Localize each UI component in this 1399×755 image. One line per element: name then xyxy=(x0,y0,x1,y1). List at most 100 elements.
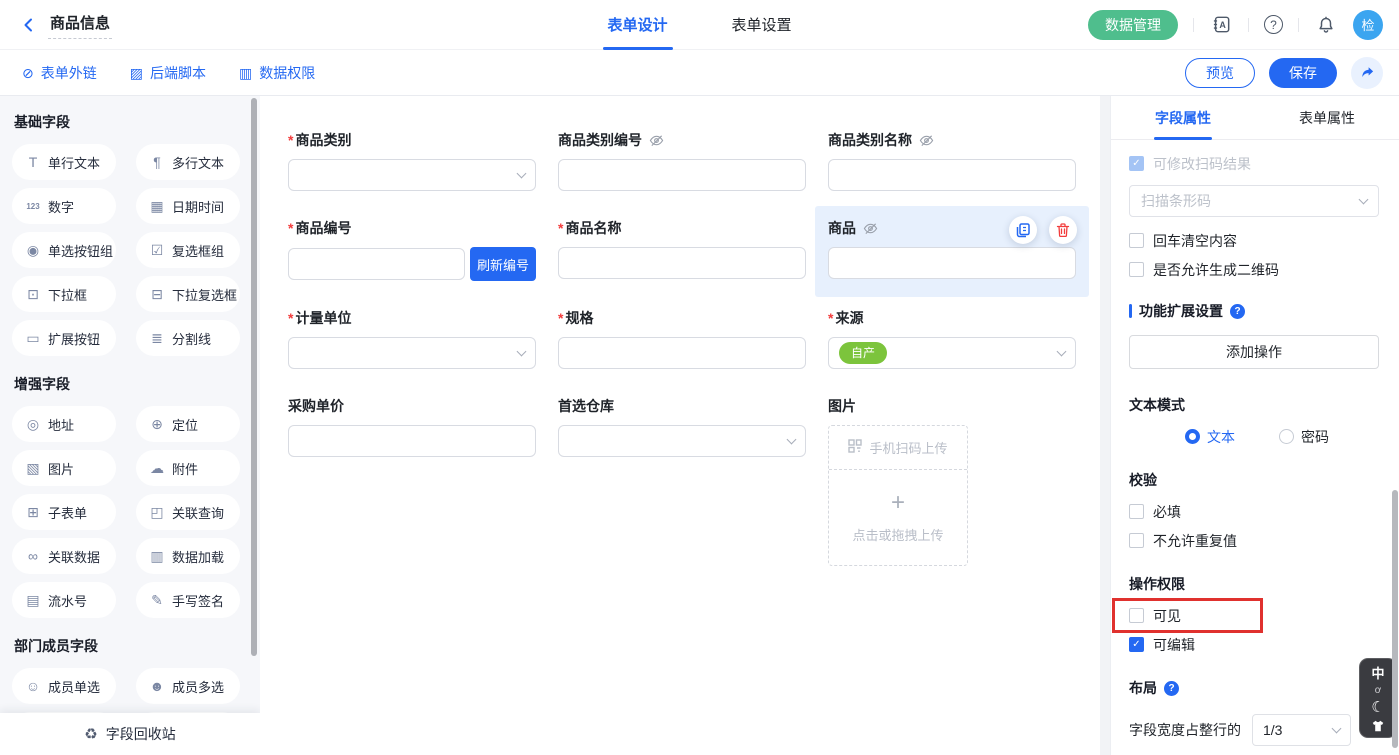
field-input[interactable] xyxy=(558,247,806,279)
help-icon[interactable]: ? xyxy=(1264,15,1283,34)
sidebar-item-下拉复选框[interactable]: ⊟下拉复选框 xyxy=(136,276,240,312)
sidebar-item-label: 数据加载 xyxy=(172,547,224,566)
sidebar-item-定位[interactable]: ⊕定位 xyxy=(136,406,240,442)
language-icon[interactable]: 中 xyxy=(1371,663,1384,682)
section-title: 功能扩展设置 xyxy=(1139,301,1223,321)
backend-script-label: 后端脚本 xyxy=(150,63,206,83)
tab-field-properties[interactable]: 字段属性 xyxy=(1111,96,1255,139)
scan-upload-row[interactable]: 手机扫码上传 xyxy=(829,426,967,470)
bell-icon[interactable] xyxy=(1314,13,1338,37)
sidebar-item-label: 日期时间 xyxy=(172,197,224,216)
field-type-icon: ⊕ xyxy=(149,416,165,433)
sidebar-item-图片[interactable]: ▧图片 xyxy=(12,450,116,486)
qr-code-icon xyxy=(848,439,862,456)
toolbar-right: 预览 保存 xyxy=(1185,57,1383,89)
journal-icon[interactable]: A xyxy=(1209,13,1233,37)
preview-button[interactable]: 预览 xyxy=(1185,58,1255,88)
sidebar-item-单行文本[interactable]: T单行文本 xyxy=(12,144,116,180)
save-button[interactable]: 保存 xyxy=(1269,58,1337,88)
sidebar-item-地址[interactable]: ◎地址 xyxy=(12,406,116,442)
checkbox-editable[interactable]: 可编辑 xyxy=(1129,637,1379,652)
mini-icon[interactable]: ơ xyxy=(1375,686,1382,696)
share-button[interactable] xyxy=(1351,57,1383,89)
checkbox-required[interactable]: 必填 xyxy=(1129,504,1379,519)
sidebar-item-关联数据[interactable]: ∞关联数据 xyxy=(12,538,116,574)
panel-scrollbar[interactable] xyxy=(1392,490,1398,748)
canvas-field-来源: *来源自产 xyxy=(828,308,1076,369)
checkbox-allow-qrcode[interactable]: 是否允许生成二维码 xyxy=(1129,262,1379,277)
sidebar-item-label: 地址 xyxy=(48,415,74,434)
avatar[interactable]: 检 xyxy=(1353,10,1383,40)
copy-field-button[interactable] xyxy=(1009,216,1037,244)
sidebar-item-附件[interactable]: ☁附件 xyxy=(136,450,240,486)
sidebar-item-关联查询[interactable]: ◰关联查询 xyxy=(136,494,240,530)
sidebar-item-复选框组[interactable]: ☑复选框组 xyxy=(136,232,240,268)
sidebar-item-下拉框[interactable]: ⊡下拉框 xyxy=(12,276,116,312)
field-label: *规格 xyxy=(558,308,806,328)
radio-icon xyxy=(1279,429,1294,444)
sidebar-item-成员多选[interactable]: ☻成员多选 xyxy=(136,668,240,704)
data-manage-button[interactable]: 数据管理 xyxy=(1088,10,1178,40)
field-input[interactable] xyxy=(828,247,1076,279)
field-width-value: 1/3 xyxy=(1263,722,1282,738)
field-select[interactable] xyxy=(288,159,536,191)
sidebar-item-数据加载[interactable]: ▥数据加载 xyxy=(136,538,240,574)
dark-mode-icon[interactable]: ☾ xyxy=(1371,700,1384,715)
section-extension-settings: 功能扩展设置 ? xyxy=(1129,301,1379,321)
sidebar-item-数字[interactable]: 123数字 xyxy=(12,188,116,224)
theme-shirt-icon[interactable] xyxy=(1371,719,1385,733)
field-input[interactable] xyxy=(288,248,465,280)
field-input[interactable] xyxy=(558,159,806,191)
image-upload-area[interactable]: 手机扫码上传+点击或拖拽上传 xyxy=(828,425,968,566)
field-type-icon: ◉ xyxy=(25,242,41,259)
tab-form-design[interactable]: 表单设计 xyxy=(607,0,667,50)
field-label-text: 计量单位 xyxy=(295,308,351,328)
field-type-icon: ∞ xyxy=(25,548,41,564)
help-icon[interactable]: ? xyxy=(1164,681,1179,696)
sidebar-item-流水号[interactable]: ▤流水号 xyxy=(12,582,116,618)
back-icon[interactable] xyxy=(18,14,40,36)
sidebar-item-多行文本[interactable]: ¶多行文本 xyxy=(136,144,240,180)
field-input[interactable] xyxy=(288,425,536,457)
tab-form-settings[interactable]: 表单设置 xyxy=(732,0,792,50)
tab-form-properties[interactable]: 表单属性 xyxy=(1255,96,1399,139)
sidebar-item-扩展按钮[interactable]: ▭扩展按钮 xyxy=(12,320,116,356)
checkbox-visible[interactable]: 可见 xyxy=(1129,608,1379,623)
field-label-text: 商品类别编号 xyxy=(558,130,642,150)
field-type-icon: ▭ xyxy=(25,330,41,347)
checkbox-label: 不允许重复值 xyxy=(1153,531,1237,551)
sidebar-item-成员单选[interactable]: ☺成员单选 xyxy=(12,668,116,704)
drag-upload-zone[interactable]: +点击或拖拽上传 xyxy=(829,470,967,565)
required-asterisk: * xyxy=(558,310,563,326)
group-layout: 布局 ? xyxy=(1129,678,1379,698)
data-permission-link[interactable]: ▥ 数据权限 xyxy=(239,63,315,83)
sidebar-item-子表单[interactable]: ⊞子表单 xyxy=(12,494,116,530)
checkbox-no-duplicate[interactable]: 不允许重复值 xyxy=(1129,533,1379,548)
radio-label: 文本 xyxy=(1207,427,1235,447)
help-icon[interactable]: ? xyxy=(1230,304,1245,319)
field-select[interactable] xyxy=(558,425,806,457)
radio-password[interactable]: 密码 xyxy=(1279,429,1329,444)
field-label-text: 规格 xyxy=(565,308,593,328)
radio-text[interactable]: 文本 xyxy=(1185,429,1235,444)
field-width-select[interactable]: 1/3 xyxy=(1252,714,1351,746)
sidebar-item-单选按钮组[interactable]: ◉单选按钮组 xyxy=(12,232,116,268)
sidebar-scrollbar[interactable] xyxy=(251,98,257,656)
checkbox-clear-on-enter[interactable]: 回车清空内容 xyxy=(1129,233,1379,248)
toolbar: ⊘ 表单外链 ▨ 后端脚本 ▥ 数据权限 预览 保存 xyxy=(0,50,1399,96)
add-action-button[interactable]: 添加操作 xyxy=(1129,335,1379,369)
refresh-number-button[interactable]: 刷新编号 xyxy=(470,247,536,281)
field-palette-sidebar: 基础字段T单行文本¶多行文本123数字▦日期时间◉单选按钮组☑复选框组⊡下拉框⊟… xyxy=(0,96,260,755)
field-input[interactable] xyxy=(828,159,1076,191)
backend-script-link[interactable]: ▨ 后端脚本 xyxy=(130,63,206,83)
delete-field-button[interactable] xyxy=(1049,216,1077,244)
field-select[interactable] xyxy=(288,337,536,369)
form-external-link[interactable]: ⊘ 表单外链 xyxy=(22,63,97,83)
field-input[interactable] xyxy=(558,337,806,369)
field-select[interactable]: 自产 xyxy=(828,337,1076,369)
sidebar-item-日期时间[interactable]: ▦日期时间 xyxy=(136,188,240,224)
field-recycle-bin[interactable]: ♻ 字段回收站 xyxy=(0,713,260,755)
sidebar-item-分割线[interactable]: ≣分割线 xyxy=(136,320,240,356)
field-label-text: 来源 xyxy=(835,308,863,328)
sidebar-item-手写签名[interactable]: ✎手写签名 xyxy=(136,582,240,618)
